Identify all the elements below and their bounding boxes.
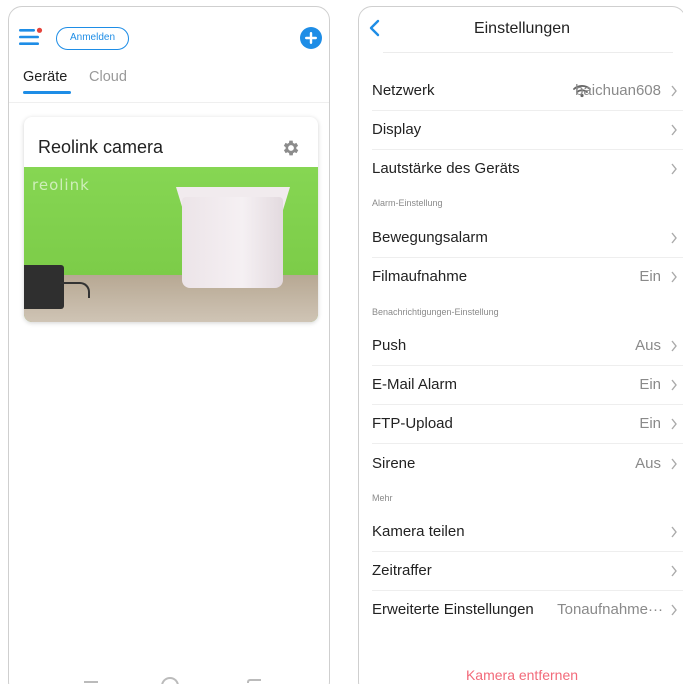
row-label: Erweiterte Einstellungen (372, 601, 534, 618)
device-name: Reolink camera (38, 137, 164, 157)
settings-row-erweiterte-einstellungen[interactable]: Erweiterte Einstellungen Tonaufnahme··· (359, 591, 683, 630)
preview-cable (60, 282, 90, 298)
settings-row-push[interactable]: Push Aus (359, 327, 683, 366)
page-title: Einstellungen (473, 20, 571, 37)
settings-row-bewegungsalarm[interactable]: Bewegungsalarm (359, 219, 683, 258)
section-label-alarm: Alarm-Einstellung (372, 198, 443, 208)
row-label: Lautstärke des Geräts (372, 160, 520, 177)
row-label: E-Mail Alarm (372, 376, 458, 393)
chevron-right-icon (671, 271, 677, 283)
row-label: Zeitraffer (372, 562, 432, 579)
row-value: Ein (639, 415, 661, 432)
chevron-right-icon (671, 340, 677, 352)
section-label-notifications: Benachrichtigungen-Einstellung (372, 307, 499, 317)
recent-apps-icon[interactable] (84, 681, 98, 683)
device-tabs: Geräte Cloud (9, 67, 329, 103)
row-label: Netzwerk (372, 82, 435, 99)
camera-preview[interactable]: reolink (24, 167, 318, 322)
home-icon[interactable] (161, 677, 179, 684)
chevron-right-icon (671, 526, 677, 538)
device-card[interactable]: Reolink camera reolink (24, 117, 318, 322)
chevron-right-icon (671, 604, 677, 616)
chevron-right-icon (671, 124, 677, 136)
row-value: Aus (635, 337, 661, 354)
preview-watermark-logo: reolink (32, 176, 90, 194)
section-label-more: Mehr (372, 493, 393, 503)
settings-header: Einstellungen (359, 7, 683, 53)
back-nav-icon[interactable] (247, 679, 261, 683)
row-label: Display (372, 121, 422, 138)
chevron-right-icon (671, 418, 677, 430)
login-button[interactable]: Anmelden (56, 27, 129, 50)
chevron-right-icon (671, 85, 677, 97)
remove-camera-button[interactable]: Kamera entfernen (359, 667, 683, 683)
row-value: Aus (635, 455, 661, 472)
tab-geraete[interactable]: Geräte (23, 69, 67, 85)
settings-row-filmaufnahme[interactable]: Filmaufnahme Ein (359, 258, 683, 297)
row-value: Ein (639, 376, 661, 393)
chevron-right-icon (671, 232, 677, 244)
chevron-right-icon (671, 163, 677, 175)
system-nav-bar (9, 675, 329, 684)
gear-icon[interactable] (281, 138, 301, 158)
row-value: baichuan608 (575, 82, 661, 99)
preview-object (182, 197, 283, 288)
settings-row-netzwerk[interactable]: Netzwerk baichuan608 (359, 72, 683, 111)
row-label: Kamera teilen (372, 523, 465, 540)
row-label: Sirene (372, 455, 416, 472)
settings-row-sirene[interactable]: Sirene Aus (359, 445, 683, 484)
settings-row-zeitraffer[interactable]: Zeitraffer (359, 552, 683, 591)
row-value: Ein (639, 268, 661, 285)
plus-circle-icon[interactable] (299, 26, 323, 50)
row-label: Filmaufnahme (372, 268, 468, 285)
settings-screen: Einstellungen Netzwerk baichuan608 Displ… (358, 6, 683, 684)
settings-row-display[interactable]: Display (359, 111, 683, 150)
settings-row-ftp-upload[interactable]: FTP-Upload Ein (359, 405, 683, 444)
settings-row-kamera-teilen[interactable]: Kamera teilen (359, 513, 683, 552)
app-header: Anmelden (9, 7, 329, 67)
header-divider (383, 52, 673, 53)
row-value: Tonaufnahme··· (557, 601, 663, 618)
row-label: Push (372, 337, 407, 354)
chevron-right-icon (671, 565, 677, 577)
row-label: FTP-Upload (372, 415, 453, 432)
chevron-right-icon (671, 379, 677, 391)
settings-row-email-alarm[interactable]: E-Mail Alarm Ein (359, 366, 683, 405)
menu-icon[interactable] (19, 27, 43, 47)
settings-row-lautstaerke[interactable]: Lautstärke des Geräts (359, 150, 683, 189)
row-divider (372, 443, 683, 444)
tab-cloud[interactable]: Cloud (89, 69, 127, 85)
active-tab-indicator (23, 91, 71, 94)
chevron-right-icon (671, 458, 677, 470)
preview-dark-device (24, 265, 64, 309)
device-list-screen: Anmelden Geräte Cloud Reolink camera reo… (8, 6, 330, 684)
row-label: Bewegungsalarm (372, 229, 488, 246)
